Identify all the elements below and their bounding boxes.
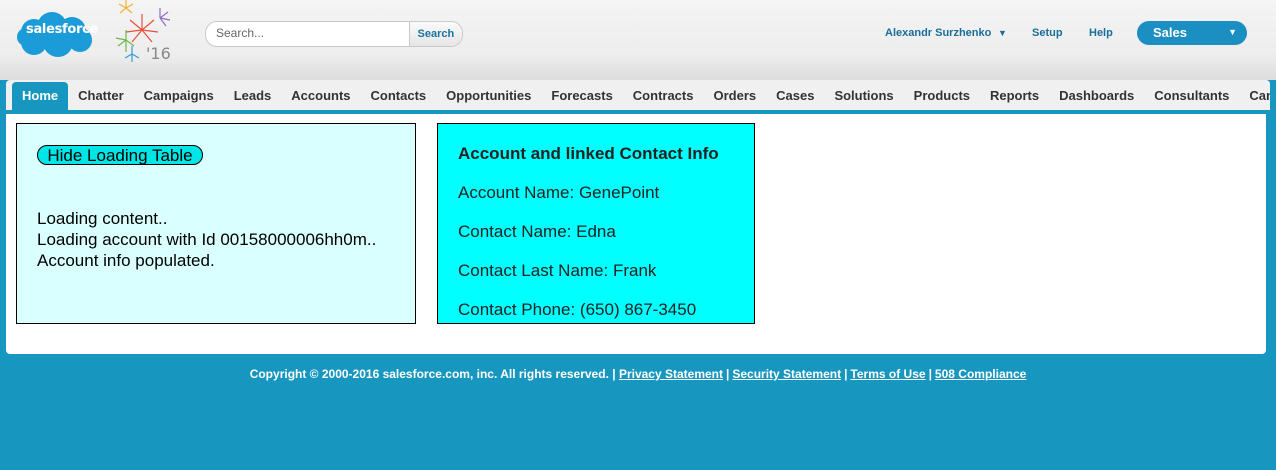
search-input[interactable] <box>206 22 409 44</box>
search-button[interactable]: Search <box>408 22 462 46</box>
hide-loading-table-button[interactable]: Hide Loading Table <box>37 145 203 165</box>
account-info-panel: Account and linked Contact Info Account … <box>437 123 755 324</box>
salesforce-logo[interactable]: salesforce <box>14 10 99 60</box>
contact-last-name: Contact Last Name: Frank <box>458 261 657 280</box>
help-link[interactable]: Help <box>1089 27 1113 39</box>
log-line: Loading account with Id 00158000006hh0m.… <box>37 230 377 249</box>
copyright-text: Copyright © 2000-2016 salesforce.com, in… <box>249 367 616 381</box>
info-title: Account and linked Contact Info <box>458 144 719 163</box>
tab-cases[interactable]: Cases <box>766 82 824 110</box>
508-compliance-link[interactable]: 508 Compliance <box>935 367 1026 381</box>
tab-solutions[interactable]: Solutions <box>824 82 903 110</box>
header: salesforce '16 Search... Search Alexandr… <box>0 0 1276 80</box>
chevron-down-icon: ▼ <box>1228 27 1237 37</box>
tab-leads[interactable]: Leads <box>224 82 282 110</box>
app-picker[interactable]: Sales ▼ <box>1137 21 1247 45</box>
privacy-statement-link[interactable]: Privacy Statement <box>619 367 723 381</box>
tab-forecasts[interactable]: Forecasts <box>541 82 622 110</box>
tab-accounts[interactable]: Accounts <box>281 82 360 110</box>
contact-name: Contact Name: Edna <box>458 222 616 241</box>
security-statement-link[interactable]: Security Statement <box>732 367 841 381</box>
tab-consultants[interactable]: Consultants <box>1144 82 1239 110</box>
tab-campaigns[interactable]: Campaigns <box>134 82 224 110</box>
search-box: Search <box>205 21 463 47</box>
account-name: Account Name: GenePoint <box>458 183 660 202</box>
loading-panel: Hide Loading Table Loading content.. Loa… <box>16 123 416 324</box>
footer: Copyright © 2000-2016 salesforce.com, in… <box>249 367 1027 381</box>
tab-chatter[interactable]: Chatter <box>68 82 134 110</box>
log-line: Loading content.. <box>37 209 168 228</box>
tab-reports[interactable]: Reports <box>980 82 1049 110</box>
chevron-down-icon[interactable]: ▼ <box>998 28 1007 38</box>
tab-home[interactable]: Home <box>12 82 69 110</box>
tab-dashboards[interactable]: Dashboards <box>1049 82 1144 110</box>
tab-contacts[interactable]: Contacts <box>361 82 437 110</box>
loading-log: Loading content.. Loading account with I… <box>37 208 376 271</box>
tab-contracts[interactable]: Contracts <box>623 82 704 110</box>
setup-link[interactable]: Setup <box>1032 27 1063 39</box>
user-menu[interactable]: Alexandr Surzhenko <box>885 27 991 39</box>
contact-phone: Contact Phone: (650) 867-3450 <box>458 300 697 319</box>
tab-bar: Home Chatter Campaigns Leads Accounts Co… <box>6 80 1270 114</box>
year-badge: '16 <box>146 44 171 63</box>
main-content: Hide Loading Table Loading content.. Loa… <box>6 114 1266 354</box>
tab-candidates[interactable]: Candid <box>1239 82 1270 110</box>
log-line: Account info populated. <box>37 251 215 270</box>
tab-products[interactable]: Products <box>904 82 980 110</box>
tab-orders[interactable]: Orders <box>703 82 766 110</box>
app-picker-label: Sales <box>1153 25 1187 40</box>
terms-of-use-link[interactable]: Terms of Use <box>850 367 925 381</box>
tab-opportunities[interactable]: Opportunities <box>436 82 541 110</box>
logo-text: salesforce <box>26 22 99 37</box>
